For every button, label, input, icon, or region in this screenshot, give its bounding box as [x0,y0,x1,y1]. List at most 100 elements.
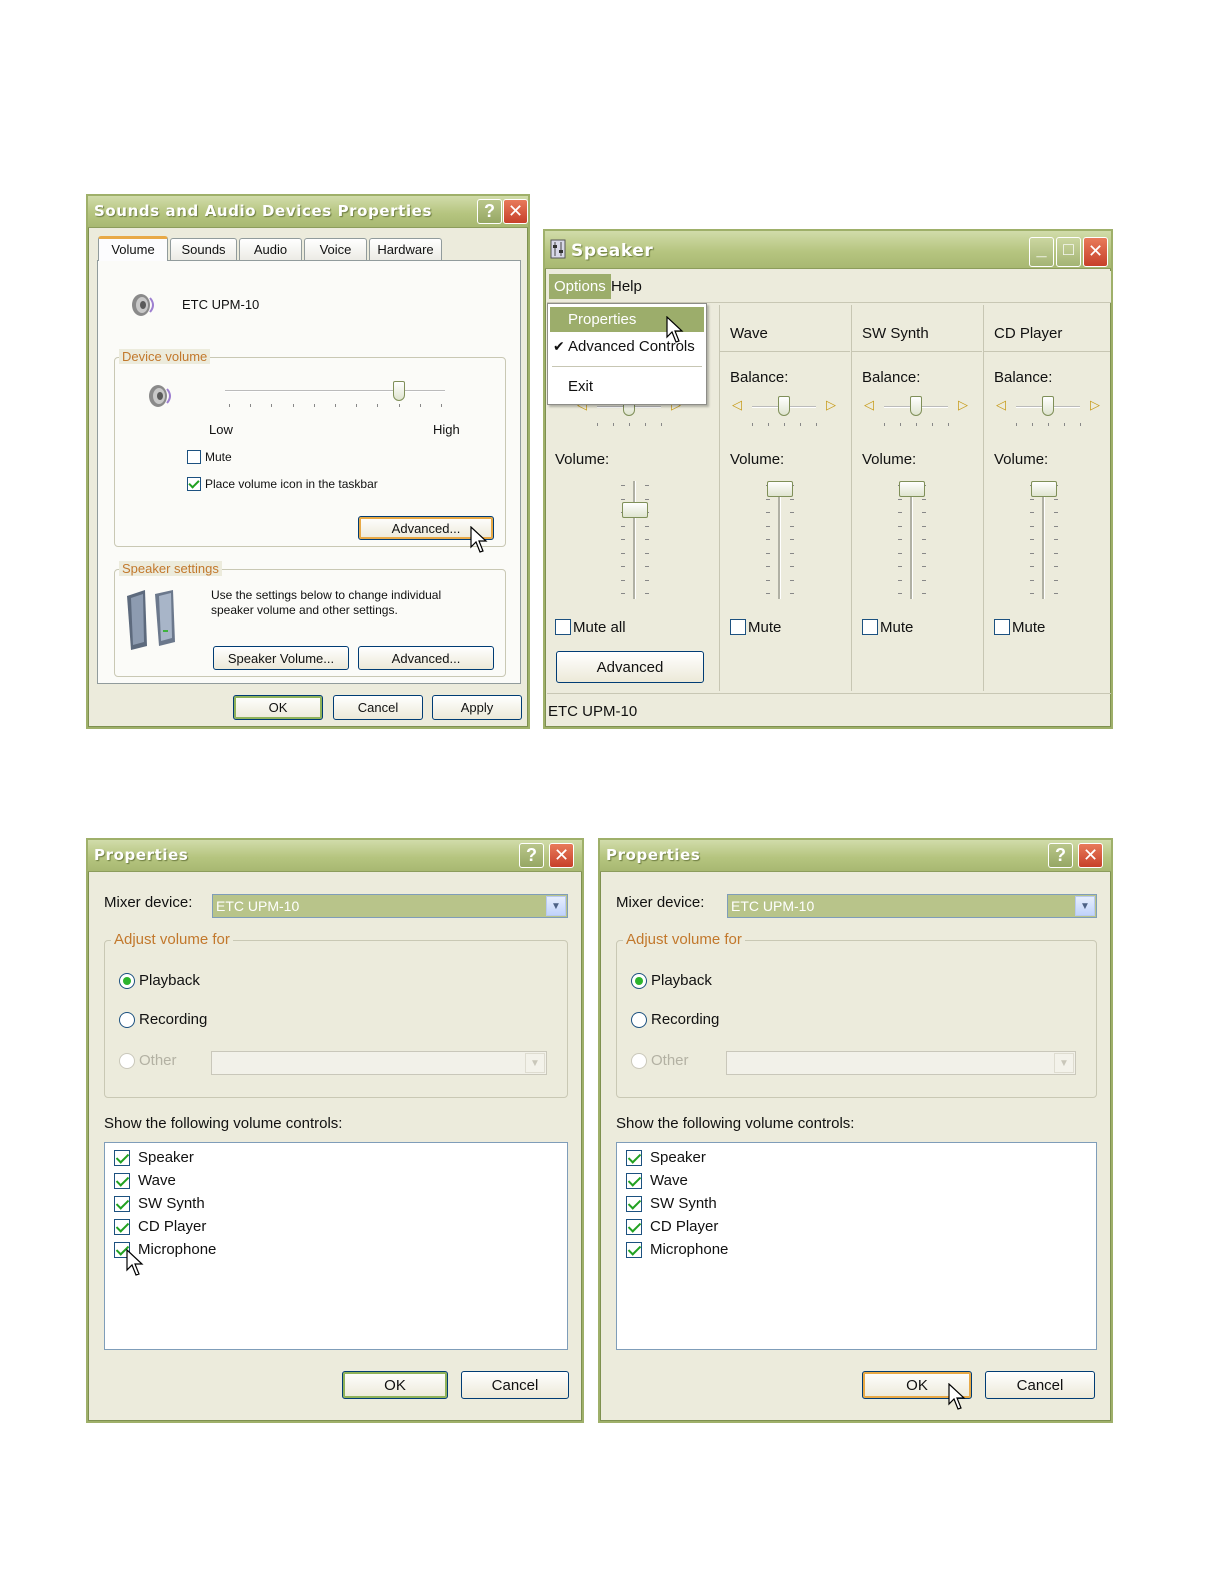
control-checkbox[interactable] [626,1219,642,1235]
menu-help[interactable]: Help [611,278,642,295]
close-icon[interactable]: ✕ [503,199,528,224]
balance-slider[interactable]: ◁▷ [864,395,972,431]
balance-thumb[interactable] [778,396,790,416]
device-volume-group: Device volume Low High Mute Place volume… [114,349,506,547]
volume-tick [1054,512,1058,513]
playback-radio[interactable] [631,973,647,989]
maximize-icon[interactable]: □ [1056,237,1081,267]
recording-label: Recording [651,1011,720,1028]
tab-hardware[interactable]: Hardware [369,238,442,260]
recording-radio[interactable] [119,1012,135,1028]
volume-controls-list[interactable]: Speaker Wave SW Synth CD Player Microphone [104,1142,568,1350]
device-volume-slider[interactable] [225,378,445,414]
mixer-device-select[interactable]: ETC UPM-10 ▼ [212,894,568,918]
speaker-titlebar[interactable]: Speaker _ □ ✕ [545,231,1111,269]
mouse-pointer-icon [470,526,488,553]
volume-slider[interactable] [1024,481,1064,601]
device-name: ETC UPM-10 [182,297,260,312]
help-icon[interactable]: ? [519,843,544,868]
speaker-volume-button[interactable]: Speaker Volume... [213,646,349,670]
volume-label: Volume: [994,451,1049,468]
slider-thumb[interactable] [392,381,405,401]
volume-slider[interactable] [760,481,800,601]
high-label: High [433,422,460,437]
properties-dialog-right: Properties? ✕ Mixer device: ETC UPM-10 ▼ Adju… [598,838,1113,1423]
control-checkbox[interactable] [626,1173,642,1189]
control-checkbox[interactable] [626,1242,642,1258]
control-checkbox[interactable] [114,1219,130,1235]
other-device-select[interactable]: ▼ [211,1051,547,1075]
balance-thumb[interactable] [1042,396,1054,416]
help-icon[interactable]: ? [477,199,502,224]
control-label: Wave [138,1172,176,1189]
cancel-button[interactable]: Cancel [985,1371,1095,1399]
ok-button[interactable]: OK [233,695,323,720]
mute-label: Mute [1012,619,1046,636]
volume-tick [1054,579,1058,581]
cancel-button[interactable]: Cancel [461,1371,569,1399]
volume-tick [898,552,902,554]
apply-button[interactable]: Apply [432,695,522,720]
control-checkbox[interactable] [114,1196,130,1212]
speaker-advanced-button[interactable]: Advanced... [358,646,494,670]
tab-sounds[interactable]: Sounds [170,238,237,260]
chevron-down-icon[interactable]: ▼ [546,896,566,916]
balance-thumb[interactable] [910,396,922,416]
cancel-button[interactable]: Cancel [333,695,423,720]
other-radio[interactable] [119,1053,135,1069]
menu-options[interactable]: Options [549,274,611,299]
volume-thumb[interactable] [899,481,925,497]
left-speaker-icon: ◁ [864,397,874,412]
control-checkbox[interactable] [626,1196,642,1212]
ok-button[interactable]: OK [342,1371,448,1399]
menu-item-exit[interactable]: Exit [550,374,704,399]
balance-tick [597,423,598,426]
volume-controls-list[interactable]: Speaker Wave SW Synth CD Player Microphone [616,1142,1097,1350]
taskbar-icon-checkbox[interactable] [187,477,201,491]
minimize-icon[interactable]: _ [1029,237,1054,267]
volume-thumb[interactable] [1031,481,1057,497]
mixer-device-select[interactable]: ETC UPM-10 ▼ [727,894,1097,918]
mute-checkbox[interactable] [187,450,201,464]
close-icon[interactable]: ✕ [1083,237,1108,267]
other-radio[interactable] [631,1053,647,1069]
playback-radio[interactable] [119,973,135,989]
control-checkbox[interactable] [114,1173,130,1189]
chevron-down-icon[interactable]: ▼ [1075,896,1095,916]
close-icon[interactable]: ✕ [549,843,574,868]
properties-titlebar[interactable]: Properties? ✕ [600,840,1111,872]
control-checkbox[interactable] [114,1150,130,1166]
tab-audio[interactable]: Audio [239,238,302,260]
other-device-select[interactable]: ▼ [726,1051,1076,1075]
tab-volume[interactable]: Volume [98,236,168,261]
balance-slider[interactable]: ◁▷ [996,395,1104,431]
volume-tick [645,539,649,540]
menu-item-exit-label: Exit [568,378,594,395]
close-icon[interactable]: ✕ [1078,843,1103,868]
mute-checkbox[interactable] [555,619,571,635]
mute-label: Mute all [573,619,626,636]
help-icon[interactable]: ? [1048,843,1073,868]
volume-slider[interactable] [892,481,932,601]
recording-radio[interactable] [631,1012,647,1028]
tab-voice[interactable]: Voice [304,238,367,260]
control-checkbox[interactable] [626,1150,642,1166]
sounds-audio-titlebar[interactable]: Sounds and Audio Devices Properties ? ✕ [88,196,528,228]
mute-checkbox[interactable] [994,619,1010,635]
balance-tick [629,423,630,426]
volume-thumb[interactable] [767,481,793,497]
chevron-down-icon[interactable]: ▼ [525,1053,545,1073]
volume-tick [790,552,794,554]
balance-slider[interactable]: ◁▷ [732,395,840,431]
properties-titlebar[interactable]: Properties? ✕ [88,840,582,872]
volume-tick [398,404,400,407]
mute-checkbox[interactable] [730,619,746,635]
mixer-advanced-button[interactable]: Advanced [556,651,704,683]
chevron-down-icon[interactable]: ▼ [1054,1053,1074,1073]
volume-tick [1030,593,1034,594]
volume-thumb[interactable] [622,501,648,518]
mute-checkbox[interactable] [862,619,878,635]
playback-label: Playback [139,972,200,989]
volume-tick [645,593,649,594]
volume-slider[interactable] [615,481,655,601]
